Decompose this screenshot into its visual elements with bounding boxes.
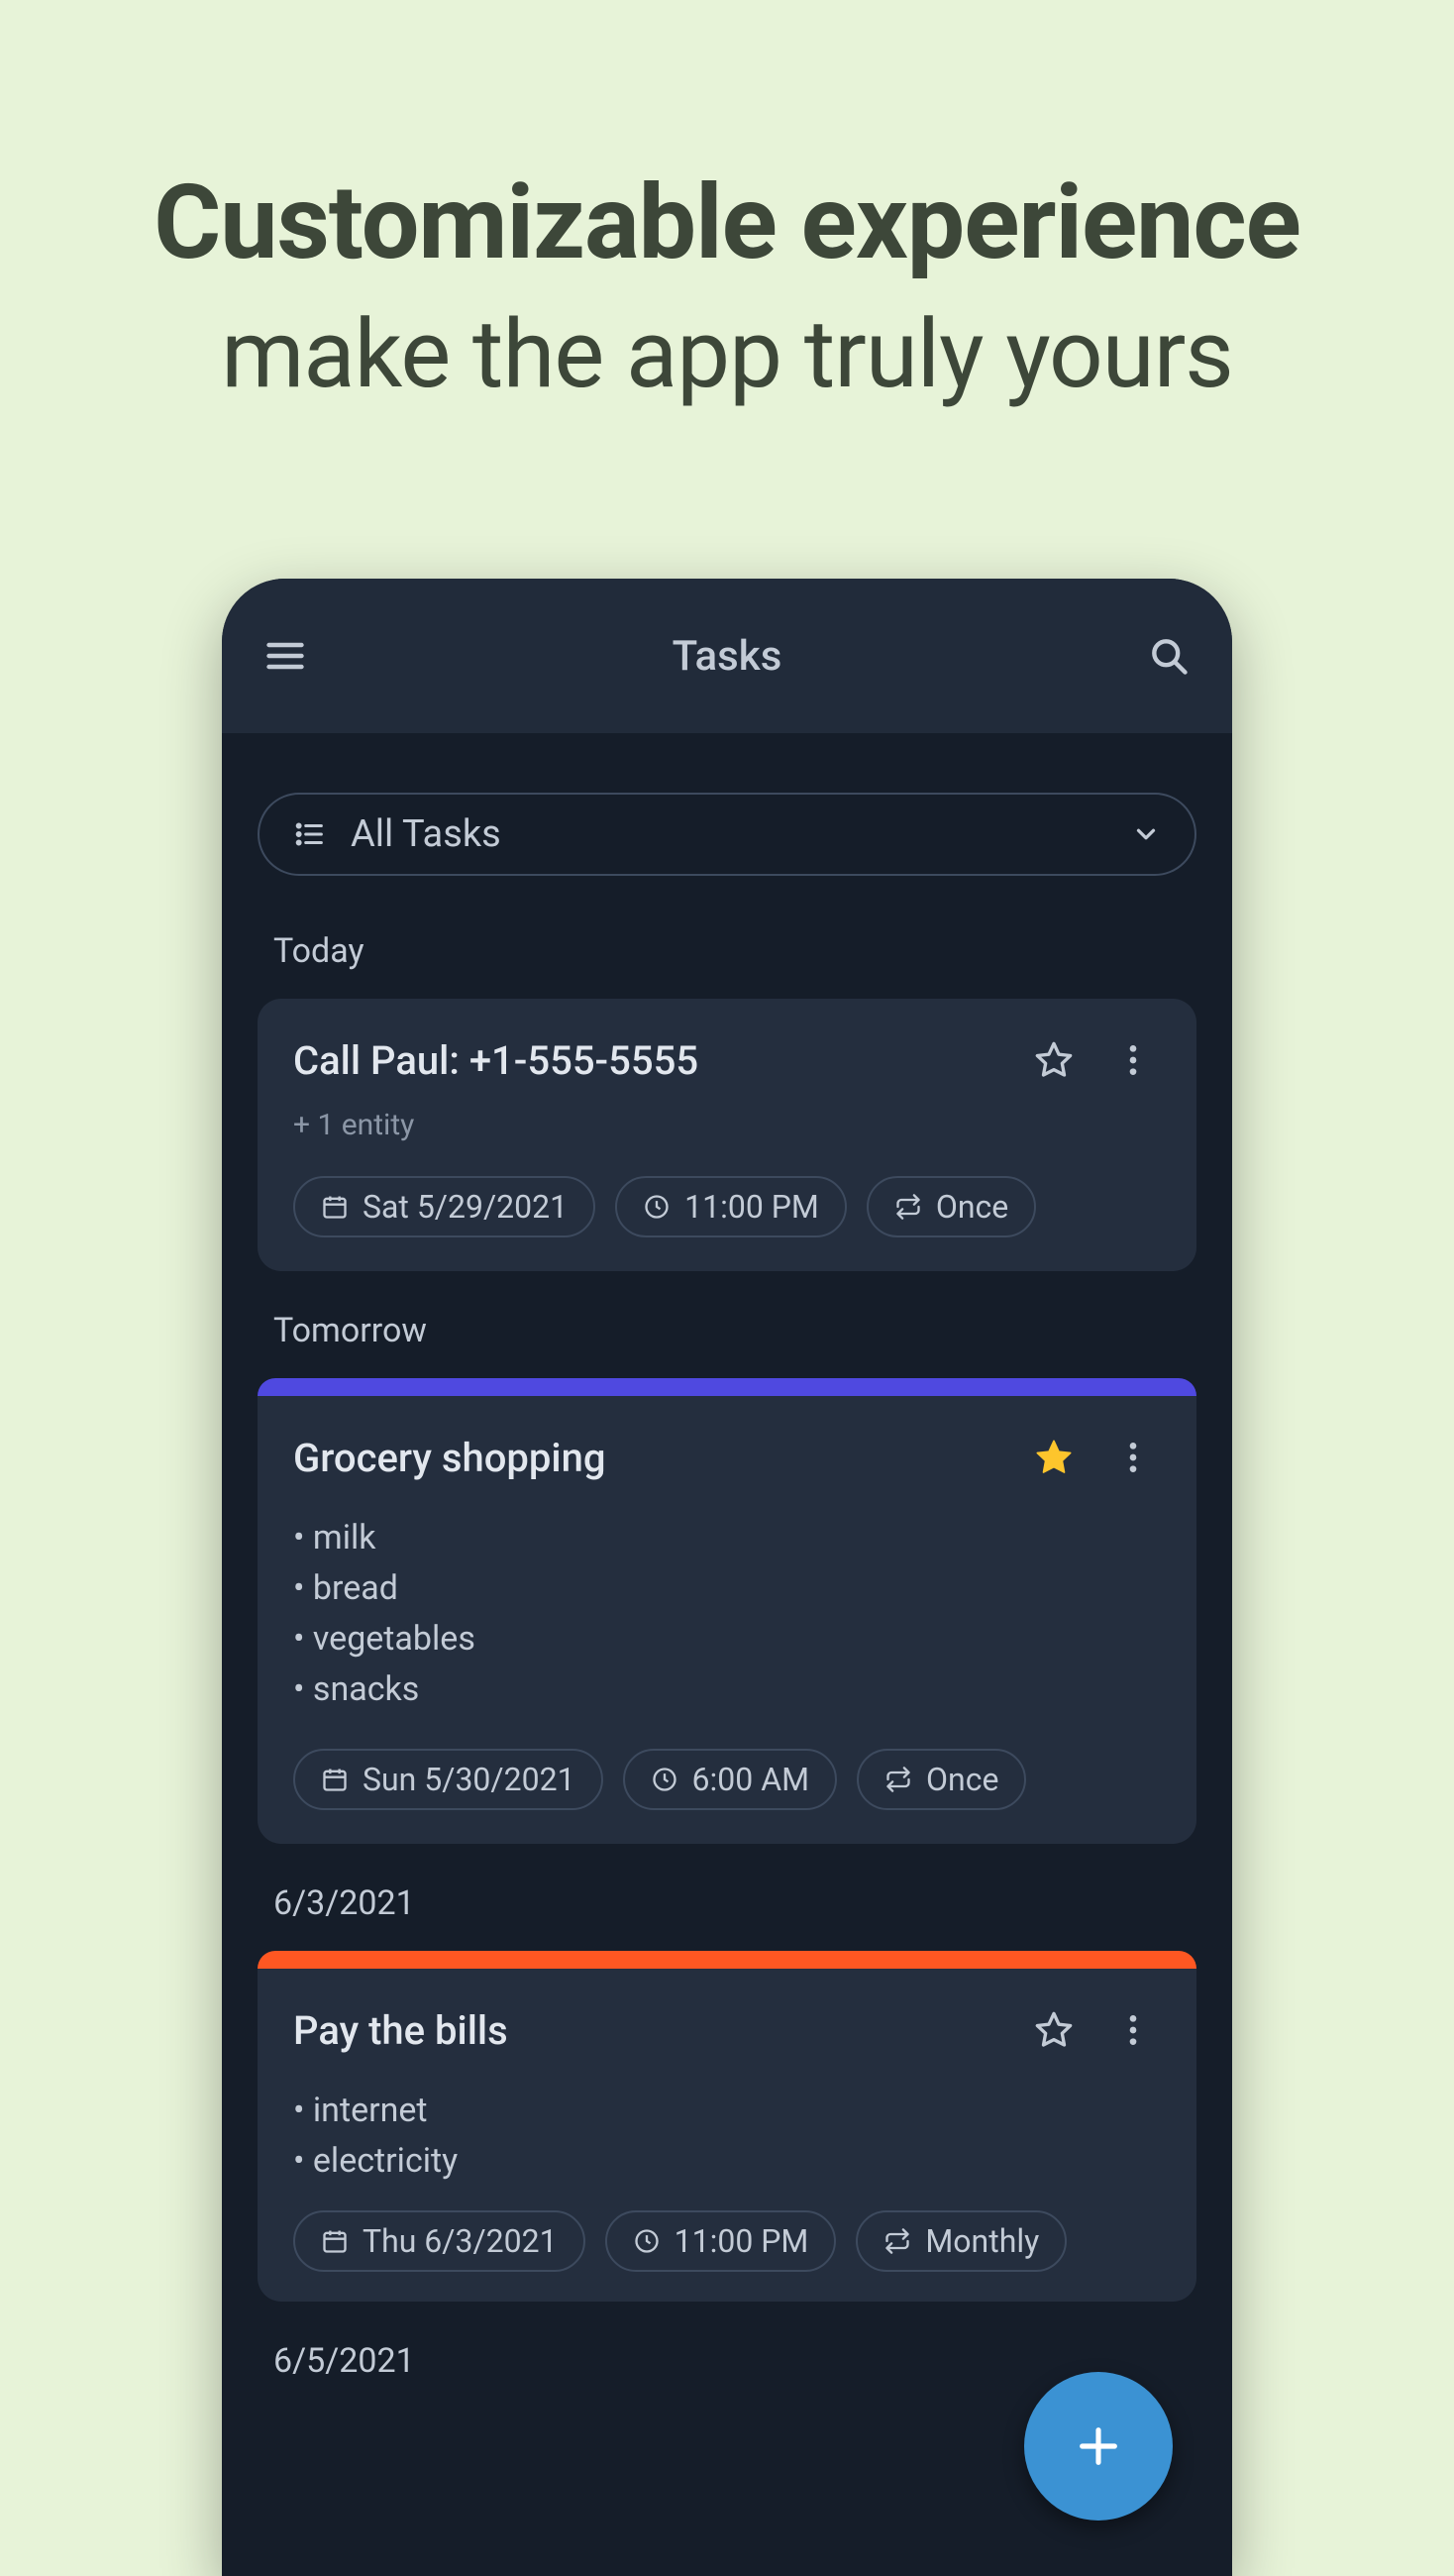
date-chip[interactable]: Sat 5/29/2021 (293, 1176, 595, 1237)
app-bar-title: Tasks (313, 632, 1141, 681)
bullet-item: • internet (293, 2086, 1161, 2136)
star-filled-icon (1034, 1438, 1074, 1477)
repeat-chip[interactable]: Once (867, 1176, 1036, 1237)
task-card[interactable]: Grocery shopping • milk • bread • vegeta… (258, 1396, 1196, 1844)
bullet-item: • electricity (293, 2136, 1161, 2187)
more-vertical-icon (1113, 1040, 1153, 1080)
repeat-chip[interactable]: Once (857, 1749, 1026, 1810)
chip-text: Once (936, 1188, 1008, 1226)
filter-dropdown[interactable]: All Tasks (258, 793, 1196, 876)
task-bullets: • milk • bread • vegetables • snacks (293, 1513, 1161, 1715)
clock-icon (633, 2227, 661, 2255)
time-chip[interactable]: 6:00 AM (623, 1749, 837, 1810)
date-chip[interactable]: Sun 5/30/2021 (293, 1749, 603, 1810)
more-vertical-icon (1113, 1438, 1153, 1477)
task-card[interactable]: Call Paul: +1-555-5555 + 1 entity Sat 5/… (258, 999, 1196, 1271)
star-outline-icon (1034, 1040, 1074, 1080)
more-button[interactable] (1105, 2002, 1161, 2058)
chip-text: 11:00 PM (684, 1188, 819, 1226)
search-button[interactable] (1141, 628, 1196, 684)
bullet-item: • milk (293, 1513, 1161, 1563)
chip-text: 6:00 AM (692, 1761, 809, 1798)
calendar-icon (321, 1193, 349, 1221)
section-header: Today (273, 931, 1181, 971)
repeat-icon (884, 1766, 912, 1793)
bullet-item: • bread (293, 1563, 1161, 1614)
chip-text: Sat 5/29/2021 (363, 1188, 568, 1226)
chip-text: Monthly (925, 2222, 1039, 2260)
section-header: 6/5/2021 (273, 2341, 1181, 2381)
star-button[interactable] (1026, 1032, 1082, 1088)
task-title: Call Paul: +1-555-5555 (293, 1037, 1002, 1084)
card-accent (258, 1378, 1196, 1396)
chip-text: Once (926, 1761, 998, 1798)
section-header: 6/3/2021 (273, 1883, 1181, 1923)
task-bullets: • internet • electricity (293, 2086, 1161, 2187)
repeat-icon (894, 1193, 922, 1221)
chip-text: 11:00 PM (675, 2222, 809, 2260)
promo-heading: Customizable experience make the app tru… (0, 0, 1454, 410)
time-chip[interactable]: 11:00 PM (615, 1176, 847, 1237)
more-vertical-icon (1113, 2010, 1153, 2050)
add-task-fab[interactable] (1024, 2372, 1173, 2521)
list-icon (293, 817, 327, 851)
time-chip[interactable]: 11:00 PM (605, 2210, 837, 2272)
date-chip[interactable]: Thu 6/3/2021 (293, 2210, 585, 2272)
task-title: Grocery shopping (293, 1435, 1002, 1481)
calendar-icon (321, 1766, 349, 1793)
task-card[interactable]: Pay the bills • internet • electricity T… (258, 1969, 1196, 2302)
star-button[interactable] (1026, 1430, 1082, 1485)
chip-text: Sun 5/30/2021 (363, 1761, 575, 1798)
more-button[interactable] (1105, 1430, 1161, 1485)
repeat-chip[interactable]: Monthly (856, 2210, 1067, 2272)
card-accent (258, 1951, 1196, 1969)
repeat-icon (883, 2227, 911, 2255)
chevron-down-icon (1131, 819, 1161, 849)
plus-icon (1071, 2418, 1126, 2474)
menu-button[interactable] (258, 628, 313, 684)
bullet-item: • snacks (293, 1664, 1161, 1715)
chip-text: Thu 6/3/2021 (363, 2222, 558, 2260)
calendar-icon (321, 2227, 349, 2255)
filter-label: All Tasks (351, 812, 1107, 856)
task-title: Pay the bills (293, 2007, 1002, 2054)
clock-icon (643, 1193, 671, 1221)
hamburger-icon (263, 634, 307, 678)
app-bar: Tasks (222, 579, 1232, 733)
task-subtitle: + 1 entity (293, 1108, 1161, 1142)
search-icon (1147, 634, 1191, 678)
promo-title: Customizable experience (0, 163, 1454, 283)
star-outline-icon (1034, 2010, 1074, 2050)
more-button[interactable] (1105, 1032, 1161, 1088)
phone-frame: Tasks All Tasks Today Call Paul: +1-555-… (222, 579, 1232, 2576)
promo-subtitle: make the app truly yours (0, 299, 1454, 410)
clock-icon (651, 1766, 678, 1793)
bullet-item: • vegetables (293, 1614, 1161, 1664)
star-button[interactable] (1026, 2002, 1082, 2058)
section-header: Tomorrow (273, 1311, 1181, 1350)
